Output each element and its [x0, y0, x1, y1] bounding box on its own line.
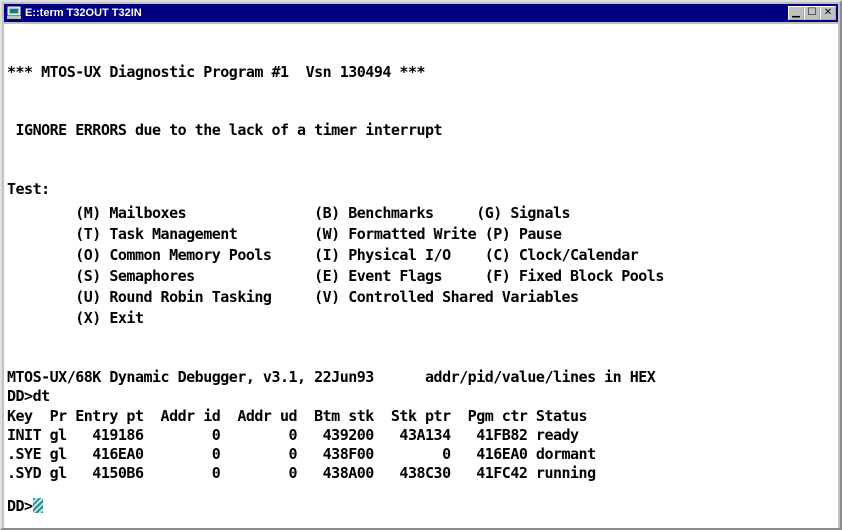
terminal-line: IGNORE ERRORS due to the lack of a timer… [7, 121, 443, 139]
prompt-line[interactable]: DD> [7, 496, 43, 517]
minimize-button[interactable]: ▁ [788, 6, 804, 20]
terminal-line: (S) Semaphores (E) Event Flags (F) Fixed… [7, 267, 664, 285]
terminal-line: Key Pr Entry pt Addr id Addr ud Btm stk … [7, 407, 588, 425]
prompt-text: DD> [7, 497, 33, 515]
terminal-app-icon [7, 6, 21, 19]
terminal-line: (O) Common Memory Pools (I) Physical I/O… [7, 246, 639, 264]
terminal-line: DD>dt [7, 387, 50, 405]
terminal-line: (U) Round Robin Tasking (V) Controlled S… [7, 288, 579, 306]
maximize-button[interactable]: ☐ [804, 6, 820, 20]
terminal-line: (M) Mailboxes (B) Benchmarks (G) Signals [7, 204, 571, 222]
terminal-screen[interactable]: *** MTOS-UX Diagnostic Program #1 Vsn 13… [4, 24, 838, 528]
terminal-window: E::term T32OUT T32IN ▁ ☐ ✕ *** MTOS-UX D… [0, 0, 842, 530]
close-button[interactable]: ✕ [820, 6, 836, 20]
terminal-line: .SYD gl 4150B6 0 0 438A00 438C30 41FC42 … [7, 464, 596, 482]
terminal-line: .SYE gl 416EA0 0 0 438F00 0 416EA0 dorma… [7, 445, 596, 463]
text-cursor [32, 498, 43, 513]
terminal-line: *** MTOS-UX Diagnostic Program #1 Vsn 13… [7, 63, 426, 81]
terminal-line: Test: [7, 180, 50, 198]
title-bar[interactable]: E::term T32OUT T32IN ▁ ☐ ✕ [4, 4, 838, 22]
terminal-line: (T) Task Management (W) Formatted Write … [7, 225, 562, 243]
terminal-line: MTOS-UX/68K Dynamic Debugger, v3.1, 22Ju… [7, 368, 656, 386]
terminal-line: (X) Exit [7, 309, 144, 327]
terminal-line: INIT gl 419186 0 0 439200 43A134 41FB82 … [7, 426, 579, 444]
window-title: E::term T32OUT T32IN [25, 7, 142, 19]
